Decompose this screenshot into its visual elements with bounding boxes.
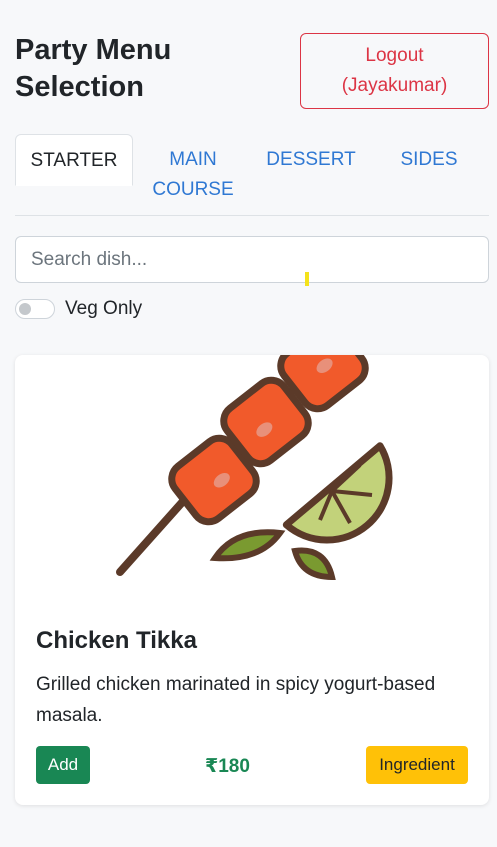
dish-price: ₹180 — [205, 756, 250, 777]
dish-description: Grilled chicken marinated in spicy yogur… — [36, 674, 436, 726]
toggle-knob — [19, 303, 31, 315]
add-button[interactable]: Add — [36, 746, 90, 784]
veg-only-toggle[interactable] — [15, 299, 55, 319]
chicken-tikka-skewer-icon — [116, 355, 393, 581]
logout-button[interactable]: Logout (Jayakumar) — [300, 33, 489, 109]
tab-dessert[interactable]: DESSERT — [261, 134, 361, 186]
tab-sides[interactable]: SIDES — [393, 134, 465, 186]
veg-only-label: Veg Only — [65, 298, 143, 319]
search-input[interactable] — [15, 236, 489, 283]
logout-label: Logout (Jayakumar) — [341, 45, 448, 96]
cursor-marker — [305, 272, 309, 286]
tab-starter[interactable]: STARTER — [15, 134, 133, 186]
category-tabs: STARTER MAIN COURSE DESSERT SIDES — [15, 134, 489, 216]
veg-only-filter[interactable]: Veg Only — [15, 296, 142, 322]
ingredient-button[interactable]: Ingredient — [366, 746, 468, 784]
header: Party Menu Selection Logout (Jayakumar) — [15, 30, 489, 110]
page-title: Party Menu Selection — [15, 34, 172, 103]
tab-main-course[interactable]: MAIN COURSE — [143, 134, 243, 200]
dish-name: Chicken Tikka — [36, 627, 197, 654]
dish-card: Chicken Tikka Grilled chicken marinated … — [15, 355, 489, 805]
